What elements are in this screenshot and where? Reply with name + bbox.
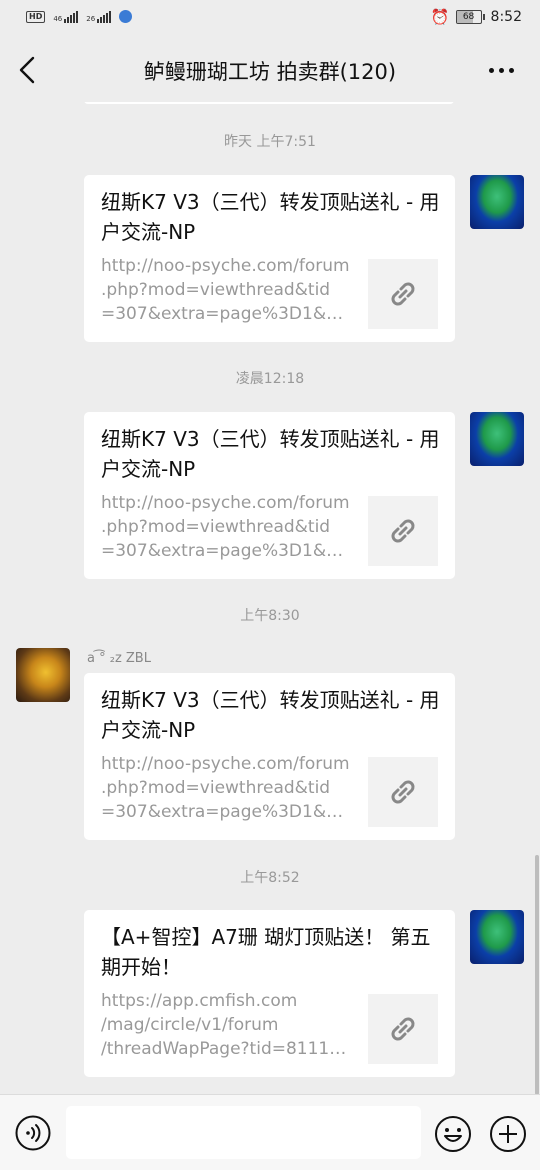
message-timestamp: 上午8:30 [240, 608, 300, 624]
link-card-url: http://noo-psyche.com/forum .php?mod=view… [101, 754, 355, 822]
hd-badge: HD [26, 10, 46, 23]
chat-title: 鲈鳗珊瑚工坊 拍卖群(120) [143, 60, 397, 84]
smiley-icon [435, 1116, 471, 1152]
message-list[interactable]: 昨天 上午7:51 纽斯K7 V3（三代）转发顶贴送礼 - 用户交流-NP ht… [0, 102, 540, 1094]
status-bar: HD 46 26 ⏰ 68 8:52 [0, 0, 540, 38]
sender-avatar[interactable] [16, 648, 70, 702]
chevron-left-icon [19, 56, 35, 84]
sender-name: a ͡° ₂z ZBL [87, 651, 151, 666]
link-thumbnail [368, 259, 438, 329]
dot-icon [488, 67, 494, 73]
link-icon [391, 282, 415, 306]
link-card-title: 纽斯K7 V3（三代）转发顶贴送礼 - 用户交流-NP [101, 190, 440, 244]
link-card-title: 纽斯K7 V3（三代）转发顶贴送礼 - 用户交流-NP [101, 688, 440, 742]
link-card-url: https://app.cmfish.com/mag/circle/v1/for… [101, 991, 355, 1059]
more-actions-button[interactable] [489, 1115, 527, 1153]
chat-header: 鲈鳗珊瑚工坊 拍卖群(120) [0, 38, 540, 102]
message-timestamp: 昨天 上午7:51 [224, 134, 316, 150]
link-card-title: 【A+智控】A7珊 瑚灯顶贴送！ 第五期开始！ [101, 925, 431, 979]
battery-icon: 68 [455, 10, 485, 24]
link-card-url: http://noo-psyche.com/forum .php?mod=view… [101, 493, 355, 561]
signal-icon-2: 26 [86, 10, 112, 23]
my-avatar[interactable] [470, 412, 524, 466]
voice-icon [15, 1115, 51, 1151]
plus-icon [490, 1116, 526, 1152]
emoji-button[interactable] [434, 1115, 472, 1153]
link-card-message[interactable]: 【A+智控】A7珊 瑚灯顶贴送！ 第五期开始！ https://app.cmfi… [84, 910, 455, 1077]
message-timestamp: 上午8:52 [240, 870, 300, 886]
link-card-url: http://noo-psyche.com/forum .php?mod=view… [101, 256, 355, 324]
link-thumbnail [368, 757, 438, 827]
link-icon [391, 780, 415, 804]
link-thumbnail [368, 994, 438, 1064]
clock: 8:52 [490, 9, 522, 25]
link-card-message[interactable]: 纽斯K7 V3（三代）转发顶贴送礼 - 用户交流-NP http://noo-p… [84, 673, 455, 840]
message-timestamp: 凌晨12:18 [235, 371, 305, 387]
voice-input-button[interactable] [15, 1115, 51, 1151]
dot-icon [508, 67, 514, 73]
signal-icon: 46 [53, 10, 79, 23]
previous-message-bubble[interactable] [84, 102, 454, 104]
back-button[interactable] [14, 54, 44, 86]
alarm-icon: ⏰ [430, 8, 450, 26]
browser-icon [119, 10, 133, 23]
my-avatar[interactable] [470, 175, 524, 229]
scrollbar[interactable] [535, 855, 539, 1095]
input-bar [0, 1094, 540, 1170]
link-card-message[interactable]: 纽斯K7 V3（三代）转发顶贴送礼 - 用户交流-NP http://noo-p… [84, 175, 455, 342]
dot-icon [498, 67, 504, 73]
status-left: HD 46 26 [26, 10, 133, 23]
message-input[interactable] [66, 1106, 421, 1159]
link-icon [391, 1017, 415, 1041]
link-card-title: 纽斯K7 V3（三代）转发顶贴送礼 - 用户交流-NP [101, 427, 440, 481]
link-icon [391, 519, 415, 543]
link-card-message[interactable]: 纽斯K7 V3（三代）转发顶贴送礼 - 用户交流-NP http://noo-p… [84, 412, 455, 579]
more-options-button[interactable] [484, 60, 518, 80]
chat-screen: HD 46 26 ⏰ 68 8:52 鲈鳗珊瑚工坊 拍卖群(120) 昨天 上午… [0, 0, 540, 1170]
status-right: ⏰ 68 8:52 [431, 9, 522, 25]
my-avatar[interactable] [470, 910, 524, 964]
link-thumbnail [368, 496, 438, 566]
battery-level: 68 [462, 12, 475, 22]
